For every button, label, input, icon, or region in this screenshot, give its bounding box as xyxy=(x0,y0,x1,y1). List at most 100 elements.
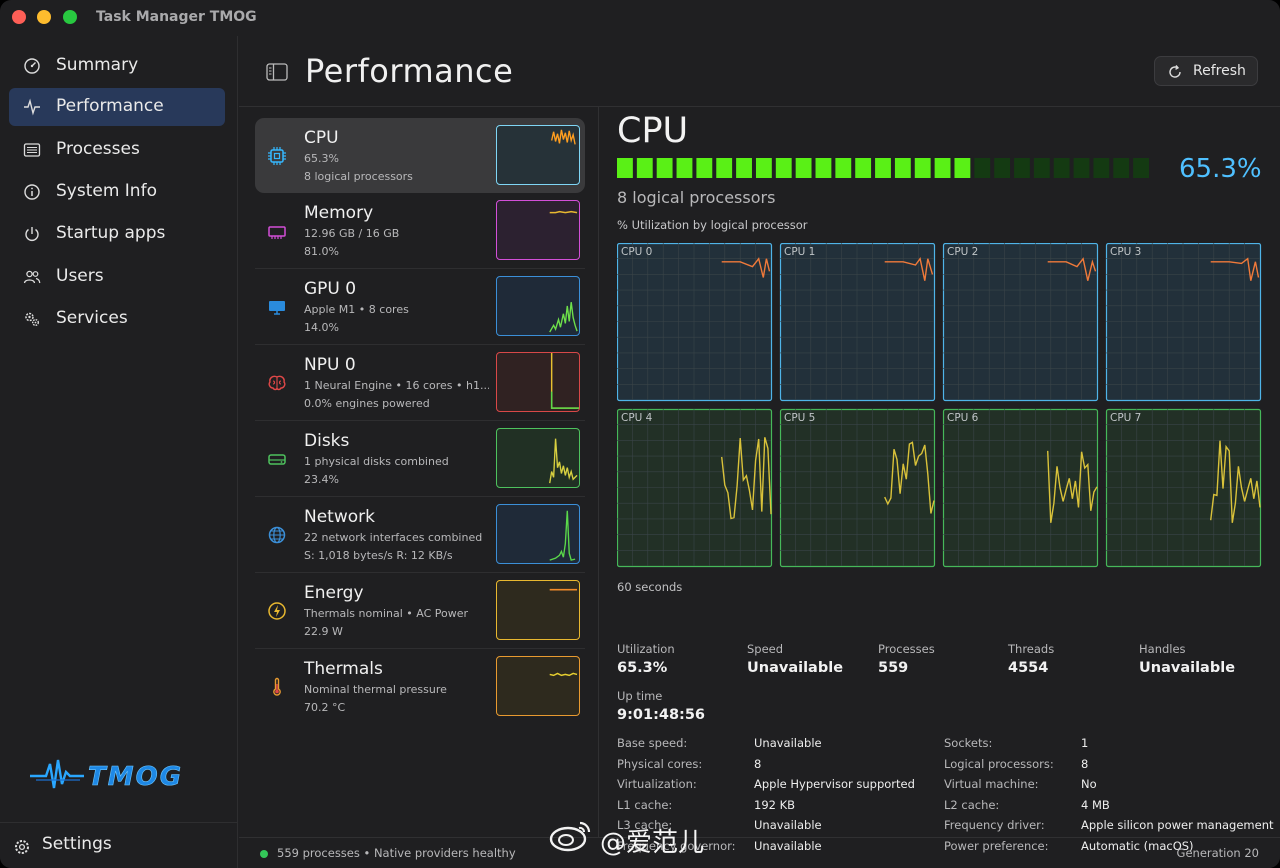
utilization-segment xyxy=(676,158,693,178)
utilization-segment xyxy=(775,158,792,178)
spec-key: Virtualization: xyxy=(617,777,697,791)
utilization-segment xyxy=(795,158,812,178)
minimize-window-button[interactable] xyxy=(37,10,51,24)
resource-card-npu[interactable]: NPU 0 1 Neural Engine • 16 cores • h1...… xyxy=(255,345,585,420)
resource-detail: 81.0% xyxy=(304,245,339,258)
detail-title: CPU xyxy=(617,111,689,151)
resource-name: Thermals xyxy=(304,659,383,679)
npu-sparkline xyxy=(496,352,580,412)
utilization-segment xyxy=(1133,158,1149,178)
resource-detail: 22 network interfaces combined xyxy=(304,531,483,544)
sidebar-item-system-info[interactable]: System Info xyxy=(9,173,225,211)
settings-button[interactable]: Settings xyxy=(0,832,238,862)
utilization-segment xyxy=(1014,158,1030,178)
core-label: CPU 6 xyxy=(947,412,979,424)
thermals-sparkline xyxy=(496,656,580,716)
gears-icon xyxy=(25,312,39,326)
stat-threads-label: Threads xyxy=(1008,642,1055,656)
utilization-segment xyxy=(974,158,991,178)
resource-name: CPU xyxy=(304,128,339,148)
utilization-segment xyxy=(934,158,951,178)
stat-utilization-value: 65.3% xyxy=(617,660,668,676)
utilization-segment xyxy=(656,158,673,178)
resource-detail: 23.4% xyxy=(304,473,339,486)
core-label: CPU 2 xyxy=(947,246,978,258)
sidebar-item-services[interactable]: Services xyxy=(9,300,225,338)
utilization-segment xyxy=(815,158,832,178)
energy-sparkline xyxy=(496,580,580,640)
core-label: CPU 0 xyxy=(621,246,652,258)
core-label: CPU 4 xyxy=(621,412,653,424)
utilization-segment xyxy=(716,158,733,178)
sidebar-item-performance[interactable]: Performance xyxy=(9,88,225,126)
zoom-window-button[interactable] xyxy=(63,10,77,24)
core-graph: CPU 2 xyxy=(942,243,1099,402)
stat-handles-label: Handles xyxy=(1139,642,1186,656)
monitor-icon xyxy=(269,301,285,315)
brain-icon xyxy=(268,375,286,391)
power-icon xyxy=(25,227,39,241)
resource-name: GPU 0 xyxy=(304,279,357,299)
utilization-segment xyxy=(954,158,971,178)
resource-card-network[interactable]: Network 22 network interfaces combined S… xyxy=(255,497,585,572)
stat-threads-value: 4554 xyxy=(1008,660,1049,676)
sidebar-item-startup-apps[interactable]: Startup apps xyxy=(9,215,225,253)
core-graph: CPU 7 xyxy=(1105,408,1262,568)
sidebar-item-summary[interactable]: Summary xyxy=(9,47,225,85)
resource-detail: 70.2 °C xyxy=(304,701,346,714)
title-bar: Task Manager TMOG xyxy=(0,0,1280,36)
weibo-logo-icon xyxy=(549,821,591,852)
memory-icon xyxy=(268,226,286,239)
resource-detail: Apple M1 • 8 cores xyxy=(304,303,409,316)
logo-text: TMOG xyxy=(88,762,183,792)
settings-label: Settings xyxy=(42,834,112,854)
stat-handles-value: Unavailable xyxy=(1139,660,1236,676)
resource-card-cpu[interactable]: CPU 65.3% 8 logical processors xyxy=(255,118,585,193)
disk-icon xyxy=(268,454,286,465)
core-graph: CPU 5 xyxy=(779,408,936,568)
spec-key: Virtual machine: xyxy=(944,777,1039,791)
resource-detail: Nominal thermal pressure xyxy=(304,683,447,696)
spec-value: Apple silicon power management xyxy=(1081,818,1274,832)
sidebar-item-users[interactable]: Users xyxy=(9,258,225,296)
refresh-button[interactable]: Refresh xyxy=(1154,56,1258,86)
resource-name: Network xyxy=(304,507,375,527)
resource-card-disks[interactable]: Disks 1 physical disks combined 23.4% xyxy=(255,421,585,496)
resource-card-gpu[interactable]: GPU 0 Apple M1 • 8 cores 14.0% xyxy=(255,269,585,344)
resource-detail: 65.3% xyxy=(304,152,339,165)
core-graphs: CPU 0 CPU 1 CPU 2 CPU 3 CPU 4 CPU 5 CPU 6 CPU 7 xyxy=(617,243,1262,568)
resource-card-thermals[interactable]: Thermals Nominal thermal pressure 70.2 °… xyxy=(255,649,585,724)
resource-card-memory[interactable]: Memory 12.96 GB / 16 GB 81.0% xyxy=(255,193,585,268)
detail-panel: CPU 65.3% 8 logical processors % Utiliza… xyxy=(599,107,1280,853)
utilization-segment xyxy=(994,158,1011,178)
status-text: 559 processes • Native providers healthy xyxy=(277,846,516,860)
spec-value: 1 xyxy=(1081,736,1089,750)
spec-key: L1 cache: xyxy=(617,798,673,812)
core-label: CPU 1 xyxy=(784,246,815,258)
resource-detail: 0.0% engines powered xyxy=(304,397,430,410)
utilization-segment xyxy=(617,158,633,178)
close-window-button[interactable] xyxy=(12,10,26,24)
core-graph: CPU 6 xyxy=(942,408,1099,568)
window-title: Task Manager TMOG xyxy=(96,9,257,25)
sidebar-item-label: Processes xyxy=(56,139,140,159)
utilization-segment xyxy=(636,158,653,178)
sidebar-item-label: System Info xyxy=(56,181,157,201)
spec-value: 4 MB xyxy=(1081,798,1110,812)
resource-detail: Thermals nominal • AC Power xyxy=(304,607,469,620)
main-panel: Performance Refresh CPU 65.3% 8 logical … xyxy=(239,36,1280,868)
sidebar-toggle-icon[interactable] xyxy=(266,63,288,81)
spec-key: Frequency driver: xyxy=(944,818,1045,832)
resource-name: NPU 0 xyxy=(304,355,356,375)
refresh-label: Refresh xyxy=(1193,63,1246,79)
bolt-icon xyxy=(268,602,286,620)
resource-name: Memory xyxy=(304,203,374,223)
sidebar-item-label: Services xyxy=(56,308,128,328)
stat-processes-label: Processes xyxy=(878,642,935,656)
resource-card-energy[interactable]: Energy Thermals nominal • AC Power 22.9 … xyxy=(255,573,585,648)
memory-sparkline xyxy=(496,200,580,260)
sidebar-item-processes[interactable]: Processes xyxy=(9,131,225,169)
spec-key: Sockets: xyxy=(944,736,993,750)
detail-subtitle: 8 logical processors xyxy=(617,188,776,207)
resource-detail: 1 physical disks combined xyxy=(304,455,449,468)
